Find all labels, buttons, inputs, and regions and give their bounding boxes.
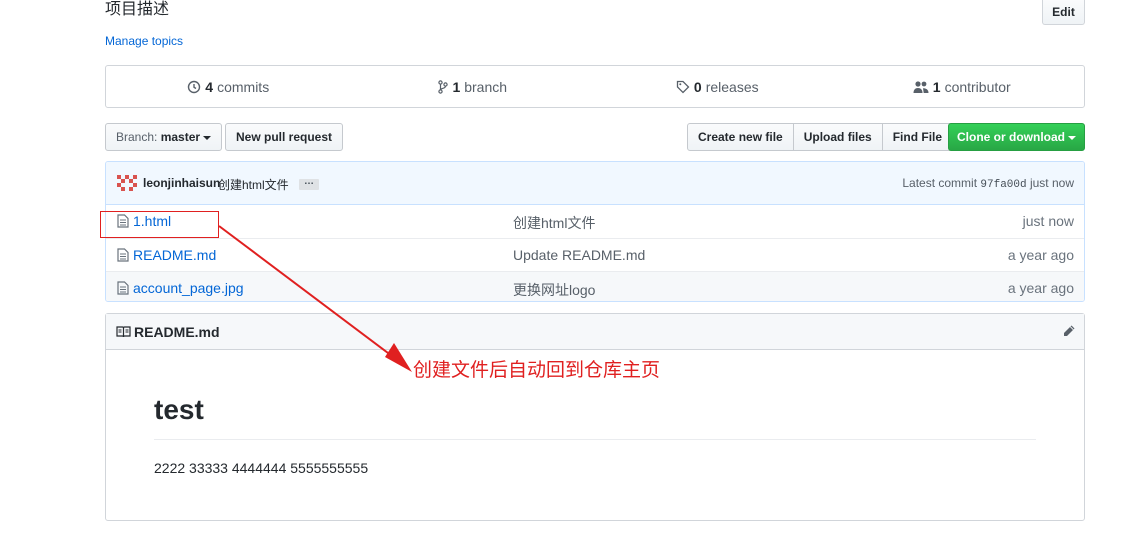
file-table: leonjinhaisun 创建html文件 … Latest commit 9…: [105, 161, 1085, 302]
branch-count: 1: [452, 78, 461, 95]
table-row: README.md Update README.md a year ago: [106, 238, 1084, 271]
branch-prefix: Branch:: [116, 130, 158, 144]
avatar[interactable]: [117, 175, 137, 191]
tag-icon: [676, 80, 690, 93]
upload-files-button[interactable]: Upload files: [792, 123, 883, 151]
stat-branches[interactable]: 1 branch: [351, 66, 596, 107]
people-icon: [913, 80, 929, 93]
file-age: a year ago: [1007, 280, 1074, 296]
commit-expand-button[interactable]: …: [299, 177, 319, 190]
stat-contributors[interactable]: 1 contributor: [840, 66, 1085, 107]
annotation-highlight-box: [100, 211, 219, 238]
readme-panel: README.md test 2222 33333 4444444 555555…: [105, 313, 1085, 521]
branch-select-button[interactable]: Branch: master: [105, 123, 223, 151]
caret-down-icon: [203, 135, 212, 140]
file-actions-group: Create new file Upload files Find File: [687, 123, 954, 151]
caret-down-icon: [1068, 135, 1076, 140]
branch-name: master: [160, 130, 201, 144]
file-age: just now: [1022, 213, 1074, 229]
file-rows: 1.html 创建html文件 just now README.md Updat…: [106, 205, 1084, 301]
table-row: account_page.jpg 更换网址logo a year ago: [106, 271, 1084, 301]
table-row: 1.html 创建html文件 just now: [106, 205, 1084, 238]
latest-commit-prefix: Latest commit: [902, 176, 978, 190]
readme-divider: [154, 439, 1036, 440]
releases-count: 0: [693, 78, 702, 95]
pencil-icon[interactable]: [1062, 324, 1076, 338]
stat-releases[interactable]: 0 releases: [595, 66, 840, 107]
file-commit-message[interactable]: Update README.md: [513, 247, 645, 263]
book-icon: [116, 326, 131, 338]
latest-commit-time: just now: [1029, 176, 1074, 190]
file-icon: [117, 281, 129, 295]
commit-sha-link[interactable]: 97fa00d: [980, 179, 1026, 191]
file-commit-message[interactable]: 创建html文件: [513, 213, 595, 233]
file-name-link[interactable]: README.md: [133, 247, 216, 263]
commit-message-link[interactable]: 创建html文件: [218, 176, 289, 193]
new-pull-request-button[interactable]: New pull request: [225, 123, 344, 151]
commit-author-link[interactable]: leonjinhaisun: [143, 176, 220, 190]
file-name-link[interactable]: account_page.jpg: [133, 280, 244, 296]
manage-topics-link[interactable]: Manage topics: [105, 33, 183, 49]
file-commit-message[interactable]: 更换网址logo: [513, 280, 595, 300]
readme-title: README.md: [134, 324, 220, 340]
stat-commits[interactable]: 4 commits: [106, 66, 351, 107]
annotation-text: 创建文件后自动回到仓库主页: [413, 359, 661, 381]
file-icon: [117, 248, 129, 262]
latest-commit-info: Latest commit 97fa00d just now: [902, 176, 1074, 191]
branch-label: branch: [464, 78, 508, 95]
contributor-label: contributor: [944, 78, 1011, 95]
commits-label: commits: [217, 78, 270, 95]
commits-count: 4: [205, 78, 214, 95]
clone-download-button[interactable]: Clone or download: [948, 123, 1085, 151]
repo-stats-bar: 4 commits 1 branch 0 releases 1 contribu…: [105, 65, 1085, 108]
readme-heading: test: [154, 394, 204, 425]
latest-commit-bar: leonjinhaisun 创建html文件 … Latest commit 9…: [106, 162, 1084, 205]
repo-description: 项目描述: [105, 1, 170, 18]
find-file-button[interactable]: Find File: [881, 123, 954, 151]
branch-icon: [438, 79, 449, 94]
history-icon: [188, 80, 201, 93]
readme-header: README.md: [106, 314, 1084, 350]
edit-description-button[interactable]: Edit: [1042, 0, 1085, 25]
file-age: a year ago: [1007, 247, 1074, 263]
contributor-count: 1: [932, 78, 941, 95]
readme-body-text: 2222 33333 4444444 5555555555: [154, 460, 369, 476]
releases-label: releases: [705, 78, 759, 95]
clone-label: Clone or download: [957, 130, 1065, 144]
create-new-file-button[interactable]: Create new file: [687, 123, 794, 151]
